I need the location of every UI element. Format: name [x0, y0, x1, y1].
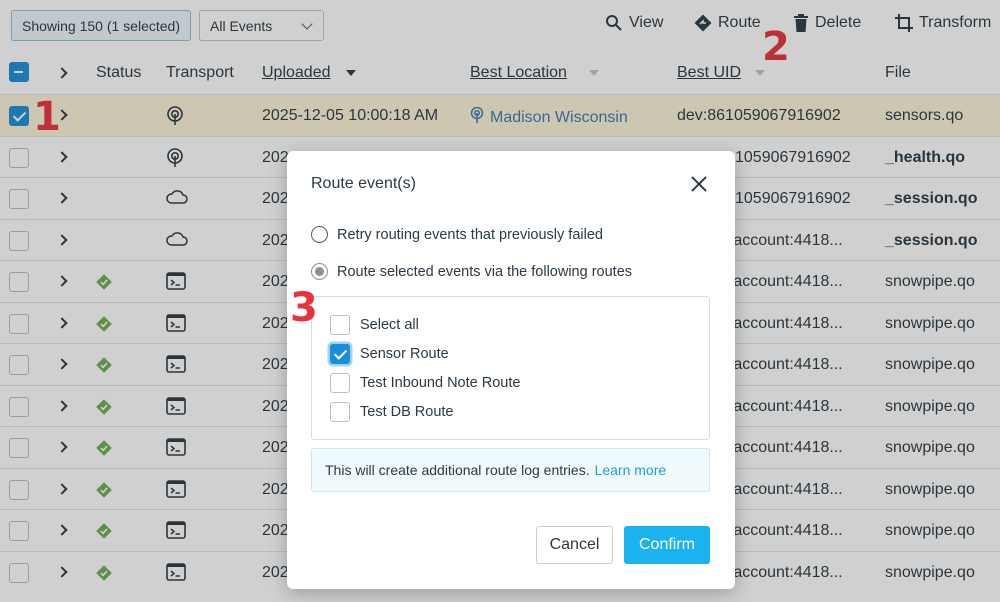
route-label: Select all: [360, 317, 419, 333]
route-events-dialog: Route event(s) Retry routing events that…: [287, 151, 735, 589]
close-icon[interactable]: [690, 175, 708, 193]
retry-radio[interactable]: [311, 226, 328, 243]
route-item-test-db-route[interactable]: Test DB Route: [330, 402, 454, 422]
route-label: Sensor Route: [360, 346, 449, 362]
routes-list: Select all Sensor Route Test Inbound Not…: [311, 296, 710, 440]
route-item-test-inbound-note-route[interactable]: Test Inbound Note Route: [330, 373, 520, 393]
route-checkbox[interactable]: [330, 373, 350, 393]
route-log-info-banner: This will create additional route log en…: [311, 448, 710, 492]
route-selected-label: Route selected events via the following …: [337, 263, 633, 280]
confirm-button[interactable]: Confirm: [624, 526, 710, 564]
retry-label: Retry routing events that previously fai…: [337, 226, 603, 243]
retry-failed-option[interactable]: Retry routing events that previously fai…: [311, 226, 603, 243]
annotation-marker: 3: [290, 285, 318, 331]
info-text: This will create additional route log en…: [325, 462, 590, 478]
dialog-title: Route event(s): [311, 175, 416, 192]
learn-more-link[interactable]: Learn more: [595, 462, 667, 478]
route-label: Test DB Route: [360, 404, 454, 420]
route-checkbox[interactable]: [330, 315, 350, 335]
route-checkbox[interactable]: [330, 344, 350, 364]
route-selected-option[interactable]: Route selected events via the following …: [311, 263, 632, 280]
cancel-button[interactable]: Cancel: [536, 526, 613, 564]
route-selected-radio[interactable]: [311, 263, 328, 280]
route-item-sensor-route[interactable]: Sensor Route: [330, 344, 449, 364]
route-checkbox[interactable]: [330, 402, 350, 422]
route-label: Test Inbound Note Route: [360, 375, 521, 391]
route-item-select-all[interactable]: Select all: [330, 315, 419, 335]
